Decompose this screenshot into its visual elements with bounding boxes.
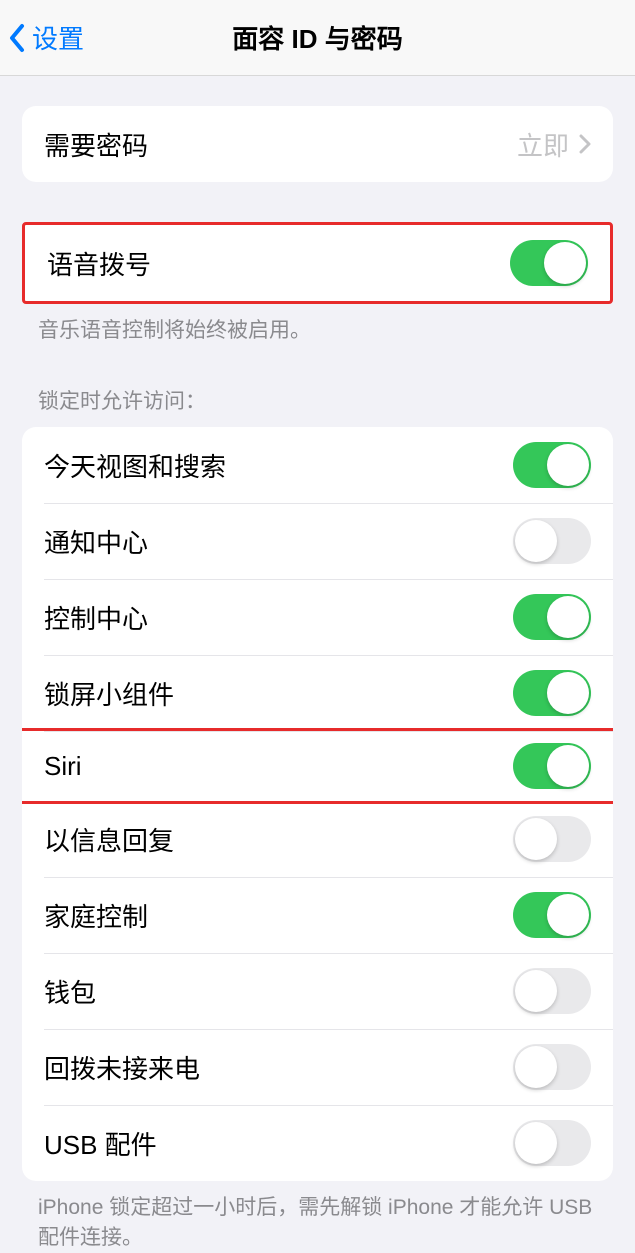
voice-dial-label: 语音拨号 — [47, 245, 151, 282]
navbar: 设置 面容 ID 与密码 — [0, 0, 635, 76]
toggle-knob — [515, 818, 557, 860]
lock-access-label: 以信息回复 — [44, 821, 174, 858]
lock-access-toggle[interactable] — [513, 743, 591, 789]
require-passcode-value: 立即 — [517, 126, 591, 163]
lock-access-toggle[interactable] — [513, 892, 591, 938]
toggle-knob — [515, 520, 557, 562]
lock-access-label: 锁屏小组件 — [44, 675, 174, 712]
lock-access-row: 控制中心 — [22, 579, 613, 655]
voice-dial-group: 语音拨号 — [22, 222, 613, 304]
back-label: 设置 — [32, 19, 84, 56]
lock-access-row: 锁屏小组件 — [22, 655, 613, 731]
lock-access-label: 钱包 — [44, 973, 96, 1010]
voice-dial-row: 语音拨号 — [25, 225, 610, 301]
lock-access-toggle[interactable] — [513, 670, 591, 716]
back-button[interactable]: 设置 — [8, 19, 84, 56]
require-passcode-value-text: 立即 — [517, 126, 569, 163]
lock-access-label: 回拨未接来电 — [44, 1049, 200, 1086]
toggle-knob — [547, 444, 589, 486]
lock-access-footer: iPhone 锁定超过一小时后，需先解锁 iPhone 才能允许 USB 配件连… — [0, 1181, 635, 1252]
lock-access-group: 今天视图和搜索通知中心控制中心锁屏小组件 Siri 以信息回复家庭控制钱包回拨未接来… — [22, 427, 613, 1181]
lock-access-row: 以信息回复 — [22, 801, 613, 877]
page-title: 面容 ID 与密码 — [232, 19, 402, 56]
lock-access-toggle[interactable] — [513, 816, 591, 862]
toggle-knob — [547, 672, 589, 714]
require-passcode-label: 需要密码 — [44, 126, 148, 163]
lock-access-row: 家庭控制 — [22, 877, 613, 953]
lock-access-label: 控制中心 — [44, 599, 148, 636]
lock-access-toggle[interactable] — [513, 1120, 591, 1166]
toggle-knob — [547, 894, 589, 936]
chevron-right-icon — [579, 134, 591, 154]
lock-access-row: 钱包 — [22, 953, 613, 1029]
lock-access-row: 回拨未接来电 — [22, 1029, 613, 1105]
lock-access-label: Siri — [44, 751, 82, 782]
lock-access-toggle[interactable] — [513, 518, 591, 564]
lock-access-label: USB 配件 — [44, 1125, 157, 1162]
voice-dial-footer: 音乐语音控制将始终被启用。 — [0, 304, 635, 345]
chevron-left-icon — [8, 23, 26, 53]
require-passcode-row[interactable]: 需要密码 立即 — [22, 106, 613, 182]
lock-access-header: 锁定时允许访问： — [0, 385, 635, 427]
lock-access-row: 通知中心 — [22, 503, 613, 579]
lock-access-row: 今天视图和搜索 — [22, 427, 613, 503]
lock-access-label: 通知中心 — [44, 523, 148, 560]
toggle-knob — [515, 1046, 557, 1088]
lock-access-toggle[interactable] — [513, 442, 591, 488]
toggle-knob — [515, 970, 557, 1012]
require-passcode-group: 需要密码 立即 — [22, 106, 613, 182]
toggle-knob — [515, 1122, 557, 1164]
lock-access-label: 今天视图和搜索 — [44, 447, 226, 484]
lock-access-toggle[interactable] — [513, 968, 591, 1014]
content: 需要密码 立即 语音拨号 音乐语音控制将始终被启用。 锁定时允许访问： 今天视图… — [0, 76, 635, 1252]
lock-access-toggle[interactable] — [513, 594, 591, 640]
voice-dial-toggle[interactable] — [510, 240, 588, 286]
lock-access-label: 家庭控制 — [44, 897, 148, 934]
lock-access-toggle[interactable] — [513, 1044, 591, 1090]
toggle-knob — [547, 745, 589, 787]
lock-access-row: Siri — [22, 728, 613, 804]
toggle-knob — [547, 596, 589, 638]
toggle-knob — [544, 242, 586, 284]
lock-access-row: USB 配件 — [22, 1105, 613, 1181]
